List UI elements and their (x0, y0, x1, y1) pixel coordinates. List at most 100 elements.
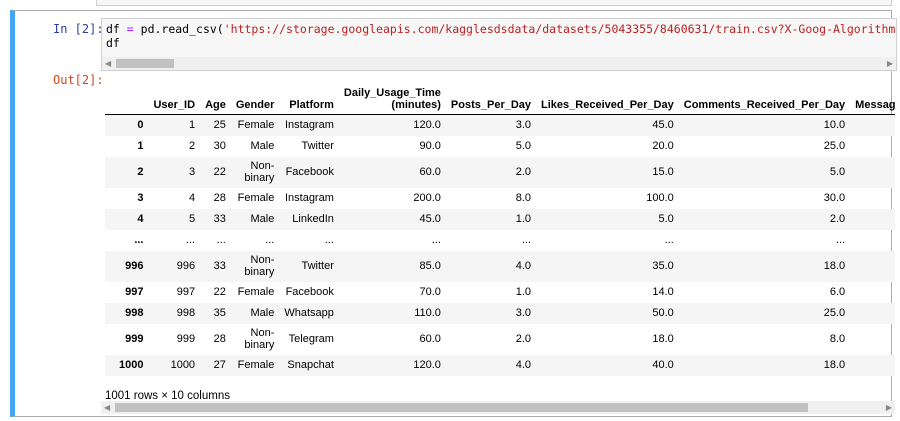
table-cell: 10.0 (823, 119, 846, 132)
table-cell: ... (185, 234, 196, 246)
table-cell: 33 (213, 213, 226, 225)
table-cell: 28 (213, 192, 226, 204)
table-cell: Facebook (285, 286, 334, 298)
table-cell: 3.0 (515, 119, 532, 132)
table-cell: 4.0 (515, 359, 532, 371)
column-header: Platform (279, 80, 339, 115)
table-cell: Twitter (301, 140, 334, 152)
table-cell: 8.0 (829, 333, 846, 345)
table-cell: 10.0 (850, 282, 895, 303)
column-header: Messages_Sent_Per_Day (850, 80, 895, 115)
table-cell: 8.0 (515, 192, 532, 204)
table-cell: 4 (188, 192, 196, 204)
table-cell: 5.0 (829, 166, 846, 178)
column-header: User_ID (148, 80, 201, 115)
table-cell: 45.0 (652, 119, 674, 132)
table-row: 999 999 28 Non-binary Telegram 60.0 2.0 18.0 8.0… (105, 324, 895, 355)
table-cell: 5.0 (658, 213, 674, 225)
row-index: 2 (137, 166, 144, 178)
code-text: pd.read_csv( (133, 22, 224, 36)
table-cell: 18.0 (823, 260, 846, 272)
table-cell: ... (664, 234, 674, 246)
table-cell: 3 (188, 166, 196, 178)
table-cell: ... (850, 230, 895, 251)
column-header: Comments_Received_Per_Day (678, 80, 851, 115)
table-cell: 5 (188, 213, 196, 225)
table-cell: Twitter (301, 260, 334, 272)
column-header (105, 80, 149, 115)
table-cell: 18.0 (850, 324, 895, 355)
table-cell: 25 (213, 119, 226, 132)
code-operator: = (126, 22, 134, 36)
table-cell: 3.0 (515, 307, 532, 319)
table-cell: ... (265, 234, 275, 246)
table-cell: 1.0 (515, 286, 532, 298)
table-cell: 996 (176, 260, 196, 272)
table-cell: 14.0 (652, 286, 674, 298)
table-cell: 50.0 (652, 307, 674, 319)
output-horizontal-scrollbar[interactable]: ◀ ▶ (101, 401, 895, 414)
table-cell: Female (237, 192, 275, 204)
table-cell: 85.0 (419, 260, 441, 272)
row-index: 998 (125, 307, 144, 319)
scroll-right-icon[interactable]: ▶ (886, 401, 892, 414)
table-cell: 20.0 (850, 157, 895, 188)
table-cell: 997 (176, 286, 196, 298)
row-index: 4 (137, 213, 144, 225)
table-cell: Non-binary (244, 327, 275, 351)
table-cell: 60.0 (419, 166, 441, 178)
table-cell: 60.0 (419, 333, 441, 345)
table-cell: 120.0 (413, 359, 441, 371)
code-string: 'https://storage.googleapis.com/kagglesd… (223, 22, 896, 36)
table-cell: 100.0 (646, 192, 674, 204)
table-cell: Telegram (288, 333, 334, 345)
table-cell: 18.0 (823, 359, 846, 371)
table-cell: 50.0 (850, 188, 895, 209)
table-row: 2 3 22 Non-binary Facebook 60.0 2.0 15.0 5.0 20.0 (105, 156, 895, 188)
code-text: df (106, 36, 120, 50)
table-cell: 40.0 (652, 359, 674, 371)
table-cell: Non-binary (244, 160, 275, 184)
scrollbar-thumb[interactable] (115, 403, 808, 412)
table-cell: 90.0 (419, 140, 441, 152)
row-index: ... (134, 234, 144, 246)
table-cell: LinkedIn (292, 213, 334, 225)
output-area: User_ID Age Gender Platform Daily_Usage_Time… (101, 71, 895, 416)
table-row: 1 2 30 Male Twitter 90.0 5.0 20.0 25.0 30.0 (105, 136, 895, 157)
notebook-cell[interactable]: In [2]: df = pd.read_csv('https://storag… (10, 10, 897, 417)
table-cell: ... (521, 234, 532, 246)
column-header: Likes_Received_Per_Day (536, 80, 679, 115)
table-cell: 20.0 (652, 140, 674, 152)
table-cell: 4.0 (515, 260, 532, 272)
table-cell: ... (431, 234, 441, 246)
table-cell: 1.0 (515, 213, 532, 225)
table-cell: Male (250, 213, 275, 225)
row-index: 1 (137, 140, 144, 152)
column-header: Posts_Per_Day (445, 80, 537, 115)
table-cell: 10.0 (850, 209, 895, 230)
row-index: 3 (137, 192, 144, 204)
table-cell: 70.0 (419, 286, 441, 298)
code-horizontal-scrollbar[interactable]: ◀ ▶ (102, 57, 896, 70)
table-cell: 33 (213, 260, 226, 272)
table-cell: 45.0 (419, 213, 441, 225)
table-cell: 110.0 (414, 307, 441, 319)
scroll-right-icon[interactable]: ▶ (887, 57, 893, 70)
scroll-left-icon[interactable]: ◀ (105, 57, 111, 70)
output-prompt: Out[2]: (53, 73, 104, 87)
scroll-left-icon[interactable]: ◀ (104, 401, 110, 414)
row-index: 999 (125, 333, 144, 345)
row-index: 996 (125, 260, 144, 272)
code-editor[interactable]: df = pd.read_csv('https://storage.google… (101, 18, 897, 71)
scrollbar-thumb[interactable] (116, 59, 174, 68)
table-row: .............................. (105, 230, 895, 251)
table-cell: 5.0 (515, 140, 532, 152)
column-header: Daily_Usage_Time (minutes) (338, 80, 446, 115)
row-index: 0 (137, 119, 144, 132)
table-row: 4 5 33 Male LinkedIn 45.0 1.0 5.0 2.0 10.0 (105, 208, 895, 230)
table-cell: ... (324, 234, 334, 246)
table-cell: 2.0 (515, 166, 532, 178)
table-row: 998 998 35 Male Whatsapp 110.0 3.0 50.0 25.0 25.0 (105, 302, 895, 324)
table-cell: Female (237, 119, 275, 132)
table-cell: 2.0 (829, 213, 846, 225)
